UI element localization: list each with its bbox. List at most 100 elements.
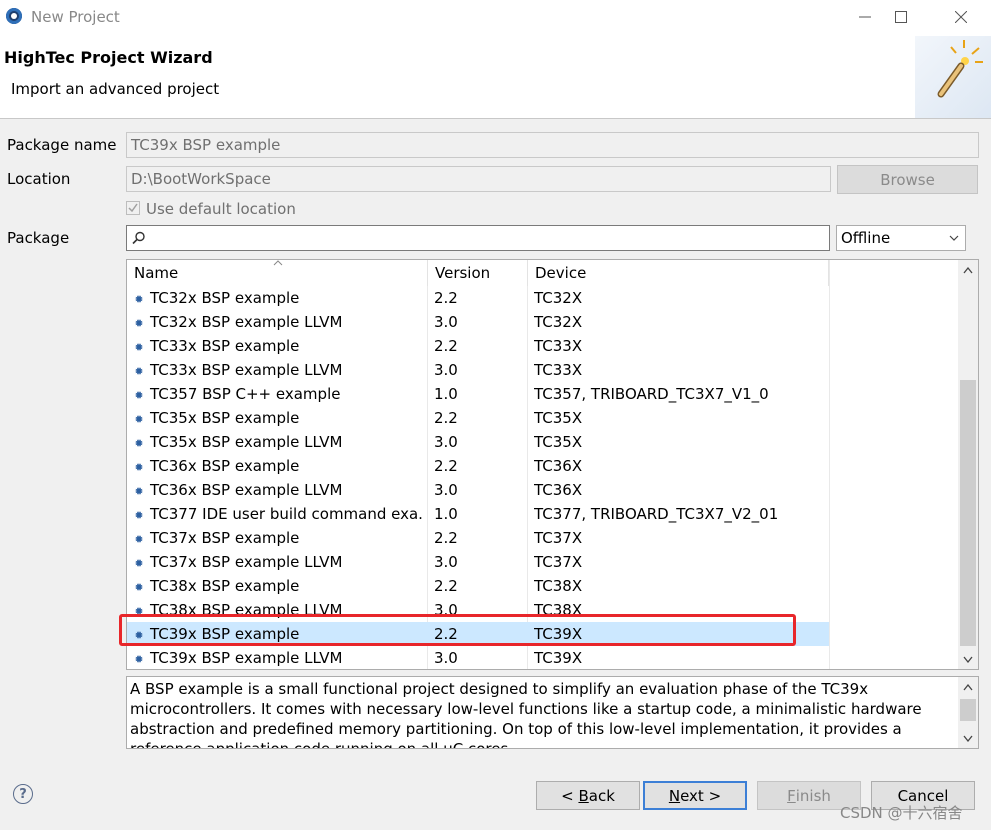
source-select[interactable]: Offline — [836, 225, 966, 251]
maximize-icon[interactable] — [876, 0, 926, 34]
search-input[interactable] — [126, 225, 830, 251]
column-header-device[interactable]: Device — [528, 260, 829, 286]
use-default-label: Use default location — [146, 200, 296, 218]
magic-wand-icon — [915, 36, 991, 118]
description-box: A BSP example is a small functional proj… — [126, 676, 979, 749]
row-device: TC38X — [534, 577, 583, 595]
package-gear-icon: ✹ — [134, 389, 144, 402]
row-version: 2.2 — [434, 457, 458, 475]
browse-button[interactable]: Browse — [837, 165, 978, 194]
wizard-title: HighTec Project Wizard — [4, 48, 213, 67]
row-name: ✹ TC32x BSP example — [133, 286, 423, 310]
package-label: Package — [7, 229, 70, 247]
table-row[interactable]: ✹ TC32x BSP example LLVM 3.0 TC32X — [127, 310, 829, 334]
table-row[interactable]: ✹ TC33x BSP example 2.2 TC33X — [127, 334, 829, 358]
source-select-value: Offline — [841, 229, 891, 247]
window-title: New Project — [31, 8, 120, 26]
wizard-subtitle: Import an advanced project — [11, 80, 220, 98]
package-table[interactable]: ✹ TC32x BSP example 2.2 TC32X ✹ TC32x BSP exa… — [126, 259, 979, 670]
sort-ascending-icon — [273, 260, 283, 266]
package-gear-icon: ✹ — [134, 437, 144, 450]
package-gear-icon: ✹ — [134, 317, 144, 330]
location-label: Location — [7, 170, 71, 188]
table-row[interactable]: ✹ TC35x BSP example 2.2 TC35X — [127, 406, 829, 430]
table-row[interactable]: ✹ TC357 BSP C++ example 1.0 TC357, TRIBOARD… — [127, 382, 829, 406]
column-header-version[interactable]: Version — [428, 260, 528, 286]
column-header-name[interactable]: Name — [127, 260, 428, 286]
next-button[interactable]: Next > — [643, 781, 747, 810]
description-scrollbar[interactable] — [958, 677, 978, 748]
package-gear-icon: ✹ — [134, 413, 144, 426]
package-gear-icon: ✹ — [134, 461, 144, 474]
table-row[interactable]: ✹ TC33x BSP example LLVM 3.0 TC33X — [127, 358, 829, 382]
package-gear-icon: ✹ — [134, 653, 144, 666]
scroll-up-icon[interactable] — [958, 260, 978, 280]
table-row[interactable]: ✹ TC36x BSP example LLVM 3.0 TC36X — [127, 478, 829, 502]
row-device: TC37X — [534, 529, 583, 547]
table-row[interactable]: ✹ TC377 IDE user build command exa... 1.0 T… — [127, 502, 829, 526]
table-row[interactable]: ✹ TC37x BSP example 2.2 TC37X — [127, 526, 829, 550]
title-bar: New Project — [0, 0, 991, 34]
scroll-down-icon[interactable] — [958, 728, 978, 748]
row-name: ✹ TC37x BSP example LLVM — [133, 550, 423, 574]
row-name: ✹ TC37x BSP example — [133, 526, 423, 550]
table-row[interactable]: ✹ TC39x BSP example LLVM 3.0 TC39X — [127, 646, 829, 669]
row-name: ✹ TC36x BSP example LLVM — [133, 478, 423, 502]
row-device: TC36X — [534, 481, 583, 499]
table-scroll-thumb[interactable] — [960, 380, 976, 646]
package-gear-icon: ✹ — [134, 341, 144, 354]
table-header: Name Version Device — [127, 260, 829, 286]
row-version: 1.0 — [434, 385, 458, 403]
row-device: TC32X — [534, 313, 583, 331]
table-scrollbar[interactable] — [958, 260, 978, 669]
row-device: TC37X — [534, 553, 583, 571]
row-version: 1.0 — [434, 505, 458, 523]
package-gear-icon: ✹ — [134, 365, 144, 378]
row-device: TC35X — [534, 409, 583, 427]
table-row[interactable]: ✹ TC32x BSP example 2.2 TC32X — [127, 286, 829, 310]
close-icon[interactable] — [936, 0, 986, 34]
search-icon — [132, 231, 145, 245]
description-scroll-thumb[interactable] — [960, 699, 976, 721]
row-version: 2.2 — [434, 289, 458, 307]
row-device: TC357, TRIBOARD_TC3X7_V1_0 — [534, 385, 769, 403]
row-device: TC39X — [534, 649, 583, 667]
row-version: 3.0 — [434, 553, 458, 571]
package-gear-icon: ✹ — [134, 557, 144, 570]
scroll-down-icon[interactable] — [958, 649, 978, 669]
highlight-box — [119, 614, 796, 646]
package-gear-icon: ✹ — [134, 485, 144, 498]
package-gear-icon: ✹ — [134, 293, 144, 306]
row-version: 2.2 — [434, 337, 458, 355]
row-name: ✹ TC377 IDE user build command exa... — [133, 502, 423, 526]
row-name: ✹ TC33x BSP example LLVM — [133, 358, 423, 382]
table-row[interactable]: ✹ TC38x BSP example 2.2 TC38X — [127, 574, 829, 598]
row-device: TC33X — [534, 361, 583, 379]
row-name: ✹ TC33x BSP example — [133, 334, 423, 358]
row-name: ✹ TC39x BSP example LLVM — [133, 646, 423, 669]
help-icon[interactable]: ? — [13, 784, 33, 804]
table-row[interactable]: ✹ TC37x BSP example LLVM 3.0 TC37X — [127, 550, 829, 574]
back-button[interactable]: < Back — [536, 781, 640, 810]
table-row[interactable]: ✹ TC35x BSP example LLVM 3.0 TC35X — [127, 430, 829, 454]
use-default-checkbox[interactable] — [126, 201, 140, 215]
description-text: A BSP example is a small functional proj… — [130, 680, 922, 749]
location-field[interactable]: D:\BootWorkSpace — [126, 166, 831, 192]
scroll-up-icon[interactable] — [958, 677, 978, 697]
row-name: ✹ TC35x BSP example — [133, 406, 423, 430]
row-version: 3.0 — [434, 433, 458, 451]
row-version: 3.0 — [434, 481, 458, 499]
package-name-label: Package name — [7, 136, 117, 154]
package-gear-icon: ✹ — [134, 581, 144, 594]
row-version: 2.2 — [434, 409, 458, 427]
row-name: ✹ TC32x BSP example LLVM — [133, 310, 423, 334]
package-gear-icon: ✹ — [134, 509, 144, 522]
row-version: 2.2 — [434, 529, 458, 547]
package-name-field[interactable]: TC39x BSP example — [126, 132, 979, 158]
row-version: 3.0 — [434, 313, 458, 331]
package-gear-icon: ✹ — [134, 533, 144, 546]
eclipse-icon — [6, 8, 22, 24]
row-name: ✹ TC36x BSP example — [133, 454, 423, 478]
table-row[interactable]: ✹ TC36x BSP example 2.2 TC36X — [127, 454, 829, 478]
row-device: TC36X — [534, 457, 583, 475]
